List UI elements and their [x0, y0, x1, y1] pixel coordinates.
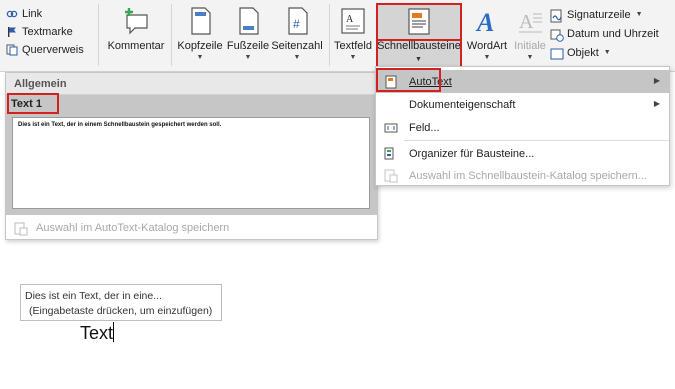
dropcap-button[interactable]: A Initiale ▼ [511, 6, 549, 62]
datetime-button[interactable]: Datum und Uhrzeit [550, 24, 675, 43]
cross-reference-button[interactable]: Querverweis [6, 41, 96, 59]
bookmark-label: Textmarke [22, 26, 73, 38]
save-to-autotext-gallery-label: Auswahl im AutoText-Katalog speichern [36, 221, 230, 234]
text-cursor [113, 322, 115, 342]
object-label: Objekt [567, 46, 599, 59]
menu-item-building-blocks-organizer[interactable]: Organizer für Bausteine... [376, 142, 669, 165]
chevron-down-icon: ▼ [293, 54, 301, 61]
document-property-icon [384, 98, 398, 112]
menu-item-document-property-label: Dokumenteigenschaft [409, 98, 516, 111]
autocomplete-hint: (Eingabetaste drücken, um einzufügen) [29, 305, 213, 317]
header-button[interactable]: Kopfzeile ▼ [174, 6, 226, 62]
gallery-entry-preview[interactable]: Dies ist ein Text, der in einem Schnellb… [12, 117, 370, 209]
menu-item-document-property[interactable]: Dokumenteigenschaft ▶ [376, 93, 669, 116]
organizer-icon [384, 147, 398, 161]
comment-label: Kommentar [107, 40, 165, 52]
chevron-down-icon: ▼ [349, 54, 357, 61]
signature-icon [550, 9, 562, 22]
link-label: Link [22, 8, 43, 20]
footer-label: Fußzeile [226, 40, 270, 52]
menu-item-save-to-gallery-label: Auswahl im Schnellbaustein-Katalog speic… [409, 169, 647, 182]
svg-text:A: A [519, 11, 534, 33]
wordart-icon: A [472, 6, 502, 37]
autocomplete-suggestion: Dies ist ein Text, der in eine... [25, 290, 162, 302]
gallery-entry-preview-text: Dies ist ein Text, der in einem Schnellb… [18, 122, 222, 128]
quick-parts-caret-frame [376, 41, 462, 68]
page-number-label: Seitenzahl [271, 40, 323, 52]
autotext-gallery: Allgemein Text 1 Dies ist ein Text, der … [5, 72, 378, 240]
chevron-down-icon: ▼ [244, 54, 252, 61]
svg-text:A: A [475, 8, 494, 36]
chevron-down-icon: ▼ [526, 54, 534, 61]
chevron-right-icon: ▶ [653, 76, 660, 85]
cross-reference-label: Querverweis [22, 44, 84, 56]
textbox-label: Textfeld [334, 40, 372, 52]
save-to-autotext-gallery[interactable]: Auswahl im AutoText-Katalog speichern [6, 216, 377, 239]
signature-line-button[interactable]: Signaturzeile ▼ [550, 5, 675, 24]
ribbon: Link Textmarke Querverweis Kommentar Kop… [0, 0, 675, 72]
menu-divider [404, 140, 669, 141]
links-group: Link Textmarke Querverweis [6, 5, 96, 59]
link-button[interactable]: Link [6, 5, 96, 23]
page-number-icon: # [282, 6, 312, 36]
save-selection-icon [14, 222, 28, 235]
document-body-text[interactable]: Text [80, 322, 115, 344]
chevron-down-icon: ▼ [635, 11, 643, 18]
bookmark-icon [6, 26, 18, 38]
textbox-button[interactable]: A Textfeld ▼ [330, 6, 376, 62]
svg-text:A: A [346, 14, 354, 25]
page-number-button[interactable]: # Seitenzahl ▼ [270, 6, 324, 62]
comment-icon [121, 6, 151, 36]
chevron-down-icon: ▼ [603, 49, 611, 56]
quick-parts-highlight-frame [376, 3, 462, 41]
comment-button[interactable]: Kommentar [104, 6, 168, 52]
datetime-label: Datum und Uhrzeit [567, 27, 659, 40]
wordart-button[interactable]: A WordArt ▼ [463, 6, 511, 62]
footer-icon [233, 6, 263, 36]
gallery-category-header: Allgemein [6, 73, 377, 95]
chevron-down-icon: ▼ [483, 54, 491, 61]
field-icon [384, 121, 398, 135]
calendar-clock-icon [550, 28, 564, 42]
menu-item-field[interactable]: Feld... [376, 116, 669, 139]
header-icon [185, 6, 215, 36]
entry-title-highlight-frame [7, 93, 59, 114]
chevron-down-icon: ▼ [196, 54, 204, 61]
link-icon [6, 8, 18, 20]
object-icon [550, 47, 564, 59]
ribbon-separator [98, 4, 99, 66]
cross-reference-icon [6, 44, 18, 56]
text-extras-group: Signaturzeile ▼ Datum und Uhrzeit Objekt… [550, 5, 675, 62]
ribbon-separator [171, 4, 172, 66]
save-to-gallery-icon [384, 169, 398, 183]
dropcap-icon: A [515, 6, 545, 36]
footer-button[interactable]: Fußzeile ▼ [224, 6, 272, 62]
autocomplete-tooltip[interactable]: Dies ist ein Text, der in eine... (Einga… [20, 284, 222, 321]
svg-text:#: # [293, 17, 300, 31]
signature-line-label: Signaturzeile [567, 8, 631, 21]
header-label: Kopfzeile [177, 40, 223, 52]
wordart-label: WordArt [466, 40, 508, 52]
textbox-icon: A [338, 6, 368, 36]
typed-text: Text [80, 323, 114, 343]
bookmark-button[interactable]: Textmarke [6, 23, 96, 41]
menu-item-building-blocks-organizer-label: Organizer für Bausteine... [409, 147, 535, 160]
menu-item-save-to-gallery[interactable]: Auswahl im Schnellbaustein-Katalog speic… [376, 164, 669, 187]
autotext-highlight-frame [376, 68, 441, 92]
chevron-right-icon: ▶ [653, 99, 660, 108]
menu-item-field-label: Feld... [409, 121, 440, 134]
dropcap-label: Initiale [514, 40, 546, 52]
object-button[interactable]: Objekt ▼ [550, 43, 675, 62]
quick-parts-chevron-down-icon[interactable]: ▼ [415, 56, 422, 63]
